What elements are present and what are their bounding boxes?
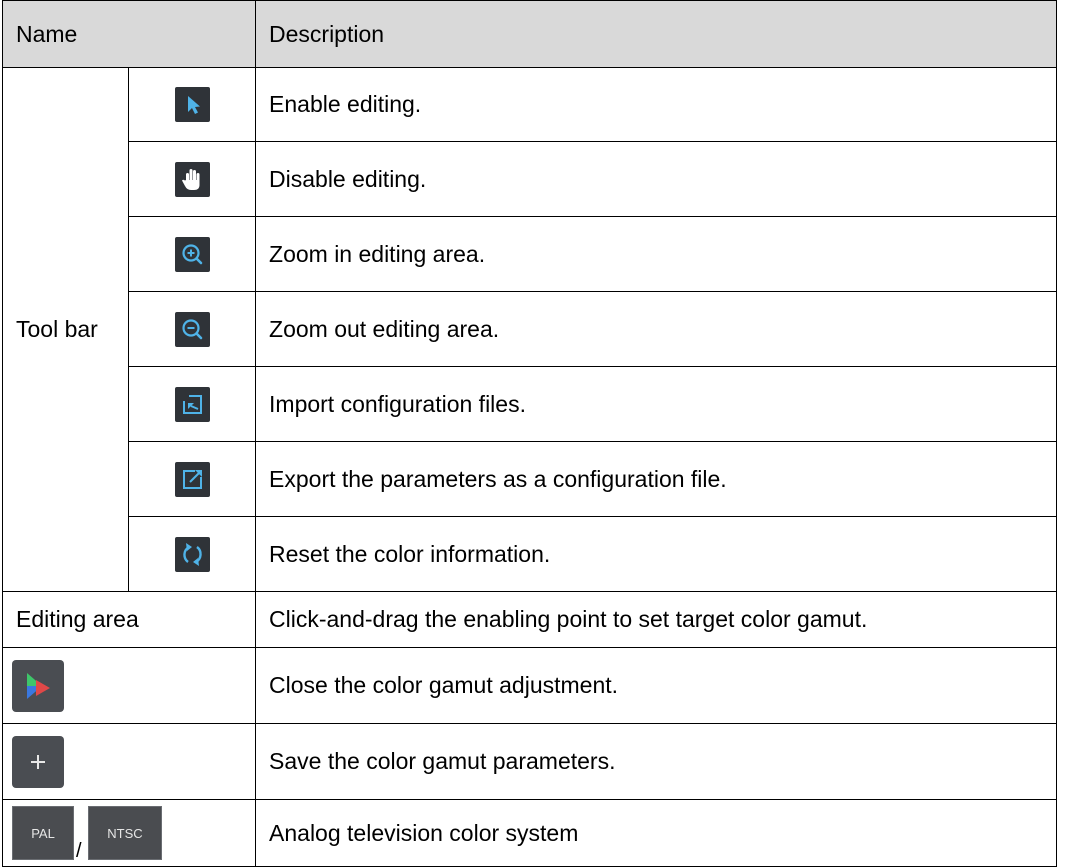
zoom-out-icon [174, 311, 210, 347]
description-cell: Zoom out editing area. [255, 291, 1058, 367]
table-row: Editing area Click-and-drag the enabling… [1, 591, 1058, 648]
description-cell: Export the parameters as a configuration… [255, 441, 1058, 517]
description-cell: Click-and-drag the enabling point to set… [255, 591, 1058, 648]
table-row: Tool bar Enable editing. [2, 67, 1058, 592]
description-column-header: Description [255, 0, 1058, 68]
table-row: Disable editing. [3, 141, 1058, 217]
parameter-table: Name Description Tool bar Enable editing… [1, 0, 1058, 867]
table-row: PAL / NTSC Analog television color syste… [1, 799, 1058, 867]
name-column-header: Name [1, 0, 257, 68]
zoom-in-icon [174, 236, 210, 272]
description-cell: Close the color gamut adjustment. [255, 647, 1058, 724]
color-system-buttons: PAL / NTSC [12, 806, 162, 862]
description-cell: Enable editing. [255, 67, 1058, 142]
pal-button[interactable]: PAL [12, 806, 74, 860]
table-row: Import configuration files. [3, 366, 1058, 442]
description-cell: Import configuration files. [255, 366, 1058, 442]
description-cell: Disable editing. [255, 141, 1058, 217]
export-icon [174, 461, 210, 497]
table-row: Reset the color information. [3, 516, 1058, 592]
table-header-row: Name Description [1, 0, 1058, 68]
separator: / [76, 840, 82, 862]
import-icon [174, 386, 210, 422]
description-cell: Zoom in editing area. [255, 216, 1058, 292]
table-row: Close the color gamut adjustment. [1, 647, 1058, 724]
table-row: Save the color gamut parameters. [1, 723, 1058, 800]
color-gamut-icon[interactable] [12, 659, 64, 712]
table-row: Zoom in editing area. [3, 216, 1058, 292]
description-cell: Analog television color system [255, 799, 1058, 867]
table-row: Zoom out editing area. [3, 291, 1058, 367]
description-cell: Save the color gamut parameters. [255, 723, 1058, 800]
toolbar-label: Tool bar [2, 67, 129, 592]
table-row: Export the parameters as a configuration… [3, 441, 1058, 517]
description-cell: Reset the color information. [255, 516, 1058, 592]
reset-icon [174, 536, 210, 572]
pointer-arrow-icon [174, 87, 210, 122]
plus-icon[interactable] [12, 735, 64, 788]
ntsc-button[interactable]: NTSC [88, 806, 162, 860]
editing-area-label: Editing area [1, 591, 257, 648]
hand-icon [174, 161, 210, 197]
